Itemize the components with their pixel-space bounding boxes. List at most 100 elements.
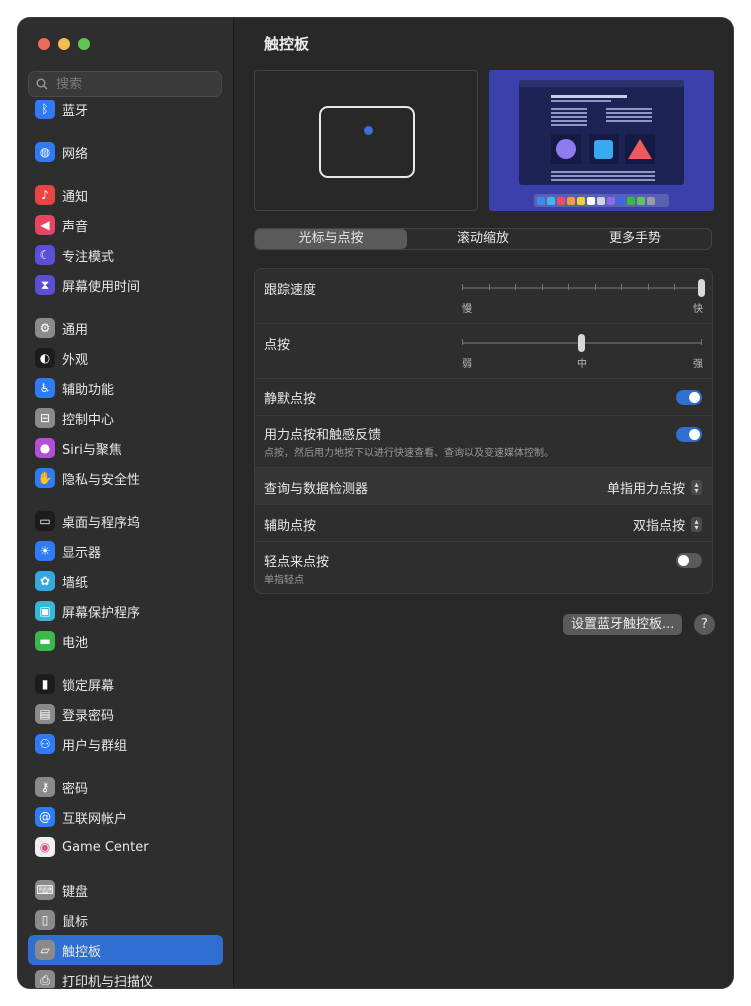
printer-icon: ⎙ (35, 970, 55, 988)
click-max-label: 强 (693, 359, 703, 370)
settings-card: 跟踪速度 慢 快 点按 弱 中 强 静默点按 用力点按和触感反馈 点按，然后用力… (254, 268, 713, 594)
game-center-icon: ◉ (35, 837, 55, 857)
sidebar-item-label: 通用 (62, 322, 89, 338)
setup-bluetooth-trackpad-button[interactable]: 设置蓝牙触控板... (563, 614, 683, 635)
tab-point-click[interactable]: 光标与点按 (255, 229, 407, 249)
tap-to-click-label: 轻点来点按 (264, 555, 330, 570)
silent-click-label: 静默点按 (264, 392, 317, 407)
sidebar-item[interactable]: ◐ 外观 (28, 343, 223, 373)
sidebar-item[interactable]: ⧗ 屏幕使用时间 (28, 270, 223, 300)
sun-icon: ☀ (35, 541, 55, 561)
tracking-speed-tick (462, 284, 463, 290)
sidebar-item-label: 电池 (62, 635, 89, 651)
sidebar-item[interactable]: ✿ 墙纸 (28, 566, 223, 596)
sidebar-item[interactable]: ● Siri与聚焦 (28, 433, 223, 463)
sidebar-item[interactable]: ♪ 通知 (28, 180, 223, 210)
force-click-label: 用力点按和触感反馈 (264, 428, 382, 443)
gear-icon: ⚙ (35, 318, 55, 338)
lookup-label: 查询与数据检测器 (264, 482, 369, 497)
sidebar-item-label: 声音 (62, 219, 89, 235)
screensaver-icon: ▣ (35, 601, 55, 621)
sidebar-item[interactable]: ☾ 专注模式 (28, 240, 223, 270)
search-input[interactable] (54, 75, 208, 93)
sidebar-item-label: 网络 (62, 146, 89, 162)
minimize-window-button[interactable] (58, 38, 70, 50)
sidebar-item-label: 鼠标 (62, 914, 89, 930)
sidebar-item-label: 专注模式 (62, 249, 115, 265)
tab-bar: 光标与点按 滚动缩放 更多手势 (254, 228, 712, 250)
sidebar-item-label: Siri与聚焦 (62, 442, 122, 458)
sidebar-item[interactable]: ◍ 网络 (28, 137, 223, 167)
sidebar-item-label: 用户与群组 (62, 738, 128, 754)
search-field[interactable] (28, 71, 222, 97)
bluetooth-icon: ᛒ (35, 100, 55, 119)
appearance-icon: ◐ (35, 348, 55, 368)
sidebar-item[interactable]: ⚙ 通用 (28, 313, 223, 343)
sidebar-item-label: 蓝牙 (62, 103, 89, 119)
secondary-click-popup[interactable]: 双指点按 ▴ ▾ (633, 515, 702, 534)
click-tick-max (701, 339, 702, 345)
sidebar-item-label: 墙纸 (62, 575, 89, 591)
tap-to-click-toggle[interactable] (676, 553, 702, 568)
sidebar-item[interactable]: ⎙ 打印机与扫描仪 (28, 965, 223, 988)
sidebar-item-label: 控制中心 (62, 412, 115, 428)
force-click-description: 点按，然后用力地按下以进行快速查看、查询以及变速媒体控制。 (264, 448, 554, 459)
force-click-row: 用力点按和触感反馈 点按，然后用力地按下以进行快速查看、查询以及变速媒体控制。 (255, 416, 712, 468)
window-controls (38, 38, 90, 50)
sidebar-item[interactable]: ⌨ 键盘 (28, 875, 223, 905)
tracking-speed-knob[interactable] (698, 279, 705, 297)
sidebar-item[interactable]: ⚷ 密码 (28, 772, 223, 802)
sidebar-item[interactable]: ▣ 屏幕保护程序 (28, 596, 223, 626)
lock-icon: ▤ (35, 704, 55, 724)
sidebar-item[interactable]: ▮ 锁定屏幕 (28, 669, 223, 699)
click-knob[interactable] (578, 334, 585, 352)
hand-icon: ✋ (35, 468, 55, 488)
search-icon (36, 78, 48, 90)
silent-click-toggle[interactable] (676, 390, 702, 405)
sidebar-item-label: 键盘 (62, 884, 89, 900)
tab-more-gestures[interactable]: 更多手势 (559, 229, 711, 249)
force-click-toggle[interactable] (676, 427, 702, 442)
sidebar-item[interactable]: ⊟ 控制中心 (28, 403, 223, 433)
sidebar-item[interactable]: ♿ 辅助功能 (28, 373, 223, 403)
sidebar-item[interactable]: ▭ 桌面与程序坞 (28, 506, 223, 536)
sidebar-item[interactable]: ⚇ 用户与群组 (28, 729, 223, 759)
speaker-icon: ◀ (35, 215, 55, 235)
tracking-min-label: 慢 (462, 304, 472, 315)
lookup-row: 查询与数据检测器 单指用力点按 ▴ ▾ (255, 468, 712, 505)
sidebar-item[interactable]: ᛒ 蓝牙 (28, 100, 223, 124)
tracking-speed-row: 跟踪速度 慢 快 (255, 269, 712, 324)
secondary-click-value: 双指点按 (632, 519, 685, 534)
tracking-speed-label: 跟踪速度 (264, 283, 317, 298)
sidebar-item[interactable]: ▤ 登录密码 (28, 699, 223, 729)
trackpad-illustration (319, 106, 415, 178)
lookup-popup[interactable]: 单指用力点按 ▴ ▾ (607, 478, 702, 497)
sidebar-list: ᛒ 蓝牙 ◍ 网络 ♪ 通知 ◀ 声音 ☾ 专注模式 ⧗ 屏幕使用时间 ⚙ 通用 ◐ 外观 ♿ 辅助功能 ⊟ 控制中心… (18, 100, 233, 988)
sidebar: ᛒ 蓝牙 ◍ 网络 ♪ 通知 ◀ 声音 ☾ 专注模式 ⧗ 屏幕使用时间 ⚙ 通用 ◐ 外观 ♿ 辅助功能 ⊟ 控制中心… (18, 18, 234, 988)
sidebar-item[interactable]: ▱ 触控板 (28, 935, 223, 965)
sidebar-item-label: 外观 (62, 352, 89, 368)
sidebar-item[interactable]: ✋ 隐私与安全性 (28, 463, 223, 493)
sidebar-item[interactable]: ▬ 电池 (28, 626, 223, 656)
page-title: 触控板 (264, 35, 310, 53)
finger-dot-icon (364, 126, 373, 135)
tracking-speed-slider[interactable] (462, 287, 702, 289)
sidebar-item-label: 通知 (62, 189, 89, 205)
sidebar-item-label: 密码 (62, 781, 89, 797)
zoom-window-button[interactable] (78, 38, 90, 50)
sidebar-item[interactable]: ☀ 显示器 (28, 536, 223, 566)
silent-click-row: 静默点按 (255, 379, 712, 416)
secondary-click-row: 辅助点按 双指点按 ▴ ▾ (255, 505, 712, 542)
help-button[interactable]: ? (694, 614, 715, 635)
mouse-icon: ▯ (35, 910, 55, 930)
sidebar-item[interactable]: ▯ 鼠标 (28, 905, 223, 935)
tracking-speed-tick (488, 284, 490, 290)
tab-scroll-zoom[interactable]: 滚动缩放 (407, 229, 559, 249)
bell-icon: ♪ (35, 185, 55, 205)
sidebar-item-label: 屏幕使用时间 (62, 279, 141, 295)
sidebar-item[interactable]: @ 互联网帐户 (28, 802, 223, 832)
main-pane: 触控板 光标与点按 滚动缩放 更多手势 跟踪速度 慢 快 点按 弱 中 强 静默… (234, 18, 733, 988)
close-window-button[interactable] (38, 38, 50, 50)
sidebar-item[interactable]: ◉ Game Center (28, 832, 223, 862)
sidebar-item[interactable]: ◀ 声音 (28, 210, 223, 240)
